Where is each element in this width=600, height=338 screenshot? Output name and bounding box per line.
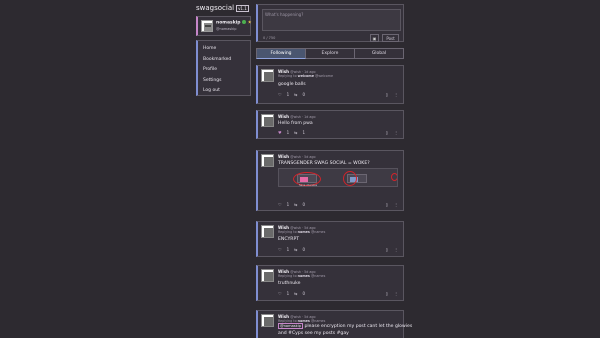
avatar [261, 225, 274, 238]
tab-explore[interactable]: Explore [306, 48, 355, 59]
like-count: 1 [286, 291, 290, 296]
post-image[interactable]: Save changes [278, 168, 398, 187]
bookmark-icon[interactable]: ▯ [386, 247, 388, 252]
feed-tabs: Following Explore Global [256, 48, 404, 59]
version-badge: v1.1 [236, 4, 249, 12]
annotation-circle [391, 173, 397, 181]
brand-logo[interactable]: swagsocial v1.1 [196, 4, 249, 12]
sidebar-item-profile[interactable]: Profile [198, 65, 250, 76]
repost-count: 0 [302, 202, 306, 207]
post-button[interactable]: Post [382, 34, 399, 42]
char-count: 0 / 750 [263, 36, 276, 40]
avatar [261, 114, 274, 127]
sidebar-item-bookmarked[interactable]: Bookmarked [198, 55, 250, 66]
online-status-icon [242, 20, 247, 24]
more-icon[interactable]: ⋮ [394, 291, 398, 296]
sidebar-item-logout[interactable]: Log out [198, 86, 250, 97]
post-text: TRANSGENDER SWAG SOCIAL = WOKE? [278, 161, 370, 166]
current-user-card[interactable]: nomaskip ★ @nomaskip [196, 16, 252, 36]
repost-count: 0 [302, 291, 306, 296]
brand-name: swagsocial [196, 4, 235, 12]
image-icon[interactable]: ▣ [370, 34, 379, 42]
repost-count: 0 [302, 92, 306, 97]
post-meta: @wish · 1d ago [290, 115, 316, 119]
repost-count: 1 [302, 130, 306, 135]
post-author[interactable]: Wish [278, 114, 289, 119]
avatar [261, 69, 274, 82]
mention-chip[interactable]: @nomaskip [278, 323, 304, 329]
post-composer: 0 / 750 ▣ Post [256, 4, 404, 42]
post-text-continued: and #Cyps see my posts #gay [278, 331, 349, 336]
post-text: @nomaskip please encryption my post cant… [278, 323, 413, 329]
heart-icon[interactable]: ♡ [278, 247, 282, 252]
post-input[interactable] [262, 9, 401, 31]
post-card[interactable]: Wish @wish · 1d ago Hello from pwa ♥ 1 ⇆ 1… [256, 110, 404, 139]
avatar [261, 154, 274, 167]
avatar [261, 269, 274, 282]
reply-context: Replying to welcome @welcome [278, 74, 334, 78]
user-handle: @nomaskip [216, 27, 237, 31]
sidebar-item-settings[interactable]: Settings [198, 76, 250, 87]
like-count: 1 [286, 130, 290, 135]
repost-icon[interactable]: ⇆ [294, 202, 297, 207]
reply-context: Replying to names @names [278, 274, 326, 278]
post-text: Hello from pwa [278, 121, 313, 126]
post-text: google balls [278, 82, 306, 87]
more-icon[interactable]: ⋮ [394, 247, 398, 252]
more-icon[interactable]: ⋮ [394, 202, 398, 207]
post-card[interactable]: Wish @wish · 5d ago Replying to names @n… [256, 265, 404, 301]
post-card[interactable]: Wish @wish · 5d ago Replying to names @n… [256, 310, 412, 338]
star-icon: ★ [247, 20, 252, 26]
username: nomaskip ★ [216, 20, 252, 26]
post-text: ENCYRPT [278, 237, 300, 242]
like-count: 1 [286, 202, 290, 207]
repost-icon[interactable]: ⇆ [294, 291, 297, 296]
post-text: truthnuke [278, 281, 301, 286]
sidebar-item-home[interactable]: Home [198, 44, 250, 55]
bookmark-icon[interactable]: ▯ [386, 202, 388, 207]
repost-icon[interactable]: ⇆ [294, 92, 297, 97]
like-count: 1 [286, 247, 290, 252]
avatar [201, 20, 213, 32]
post-meta: @wish · 5d ago [290, 155, 316, 159]
post-card[interactable]: Wish @wish · 1d ago Replying to welcome … [256, 65, 404, 104]
post-card[interactable]: Wish @wish · 5d ago Replying to names @n… [256, 221, 404, 257]
tab-global[interactable]: Global [355, 48, 404, 59]
embed-save-label: Save changes [299, 184, 318, 187]
more-icon[interactable]: ⋮ [394, 92, 398, 97]
tab-following[interactable]: Following [256, 48, 306, 59]
post-card[interactable]: Wish @wish · 5d ago TRANSGENDER SWAG SOC… [256, 150, 404, 211]
reply-context: Replying to names @names [278, 230, 326, 234]
heart-icon[interactable]: ♡ [278, 92, 282, 97]
heart-icon[interactable]: ♡ [278, 202, 282, 207]
repost-icon[interactable]: ⇆ [294, 247, 297, 252]
repost-icon[interactable]: ⇆ [294, 130, 297, 135]
heart-icon[interactable]: ♡ [278, 291, 282, 296]
repost-count: 0 [302, 247, 306, 252]
heart-icon[interactable]: ♥ [278, 130, 282, 135]
more-icon[interactable]: ⋮ [394, 130, 398, 135]
avatar [261, 314, 274, 327]
bookmark-icon[interactable]: ▯ [386, 291, 388, 296]
bookmark-icon[interactable]: ▯ [386, 92, 388, 97]
annotation-circle [343, 171, 357, 186]
bookmark-icon[interactable]: ▯ [386, 130, 388, 135]
sidebar-menu: Home Bookmarked Profile Settings Log out [196, 40, 251, 96]
like-count: 1 [286, 92, 290, 97]
post-author[interactable]: Wish [278, 154, 289, 159]
